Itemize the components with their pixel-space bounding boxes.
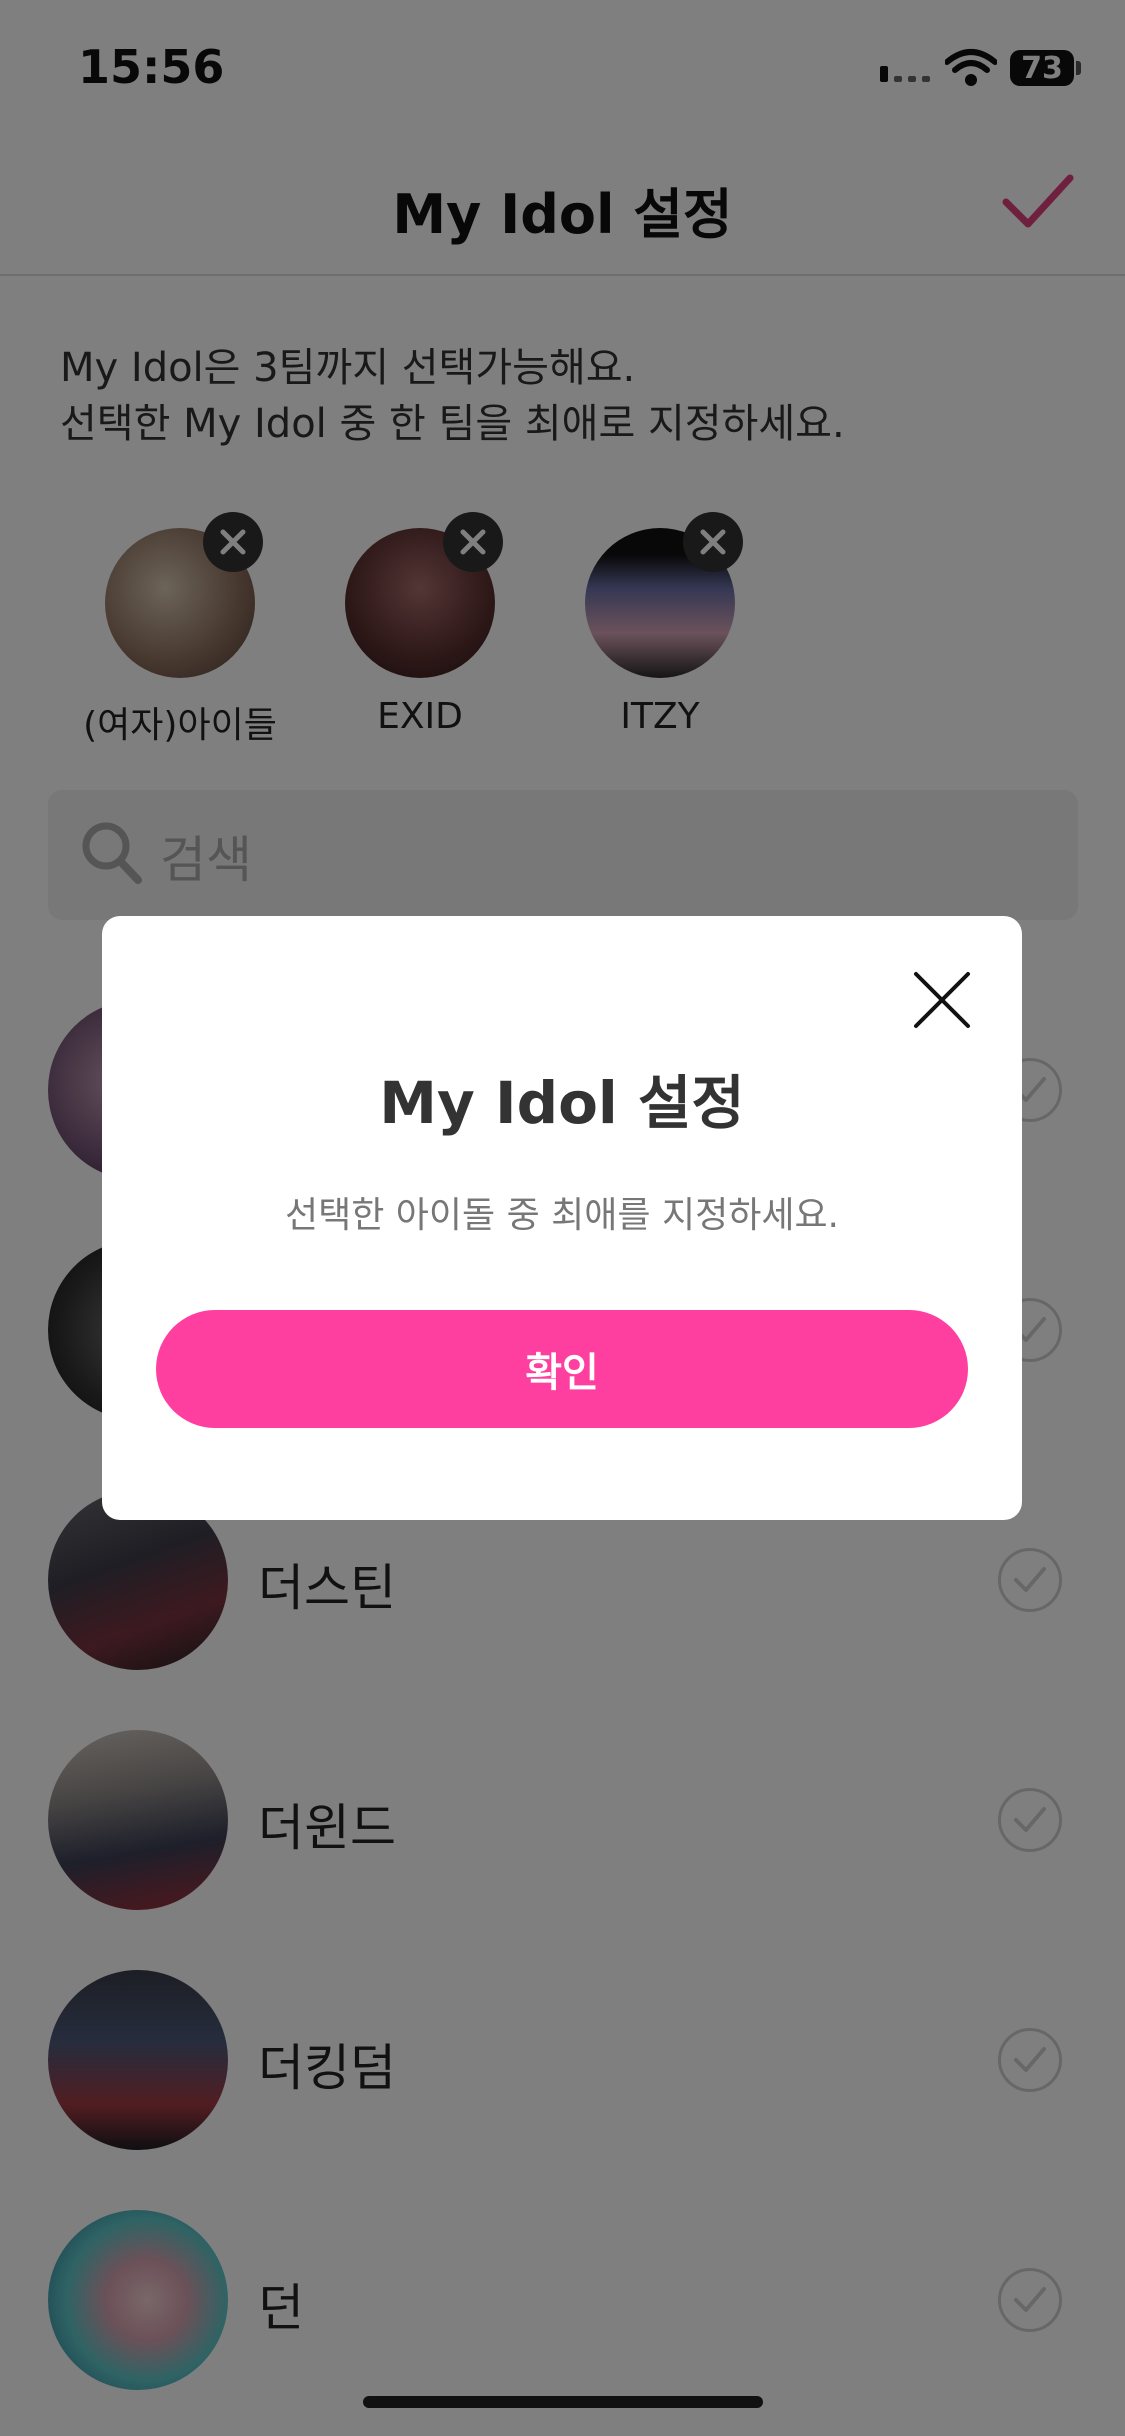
dialog-message: 선택한 아이돌 중 최애를 지정하세요. [284, 1195, 840, 1236]
dialog-title: My Idol 설정 [379, 1069, 745, 1137]
confirm-button[interactable]: 확인 [156, 1310, 968, 1428]
confirm-dialog: My Idol 설정 선택한 아이돌 중 최애를 지정하세요. 확인 [102, 916, 1022, 1520]
close-icon[interactable] [910, 968, 974, 1032]
home-indicator[interactable] [363, 2396, 763, 2408]
